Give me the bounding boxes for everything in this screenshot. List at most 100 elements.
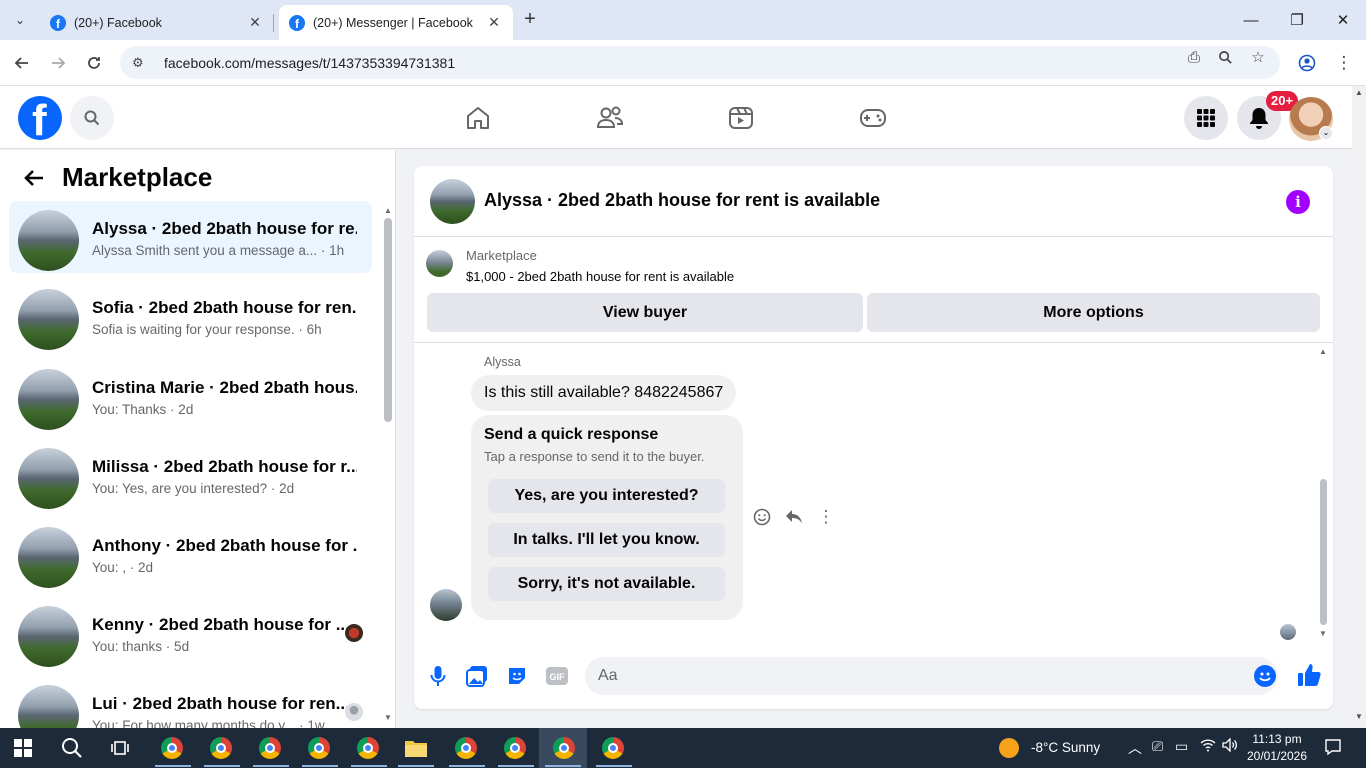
- address-bar[interactable]: ⚙ facebook.com/messages/t/14373533947313…: [120, 46, 1280, 79]
- emoji-icon[interactable]: [1254, 665, 1276, 687]
- chrome-icon[interactable]: [158, 734, 186, 762]
- quick-response-card: Send a quick response Tap a response to …: [471, 415, 743, 620]
- home-icon[interactable]: [462, 102, 494, 134]
- photo-icon[interactable]: [465, 664, 489, 688]
- conversation-item[interactable]: Sofia · 2bed 2bath house for ren... Sofi…: [9, 280, 372, 352]
- running-indicator: [155, 765, 191, 767]
- site-settings-icon[interactable]: ⚙: [132, 55, 152, 71]
- chrome-icon[interactable]: [599, 734, 627, 762]
- conversation-name: Kenny · 2bed 2bath house for ...: [92, 615, 350, 634]
- facebook-favicon-icon: f: [50, 14, 66, 31]
- more-actions-icon[interactable]: ⋮: [815, 506, 837, 528]
- file-explorer-icon[interactable]: [402, 734, 430, 762]
- search-icon[interactable]: [70, 96, 114, 140]
- chrome-icon[interactable]: [256, 734, 284, 762]
- listing-title[interactable]: $1,000 - 2bed 2bath house for rent is av…: [466, 269, 734, 284]
- message-input[interactable]: [585, 657, 1278, 695]
- quick-response-button[interactable]: In talks. I'll let you know.: [488, 523, 725, 557]
- chat-header: Alyssa · 2bed 2bath house for rent is av…: [414, 166, 1333, 237]
- install-app-icon[interactable]: ⎙: [1185, 48, 1203, 66]
- message-bubble[interactable]: Is this still available? 8482245867: [471, 375, 737, 411]
- react-emoji-icon[interactable]: [751, 506, 773, 528]
- chat-scrollbar[interactable]: [1320, 479, 1327, 625]
- message-composer: GIF: [414, 652, 1333, 709]
- meet-now-icon[interactable]: ⎚: [1152, 738, 1163, 755]
- scroll-up-arrow-icon[interactable]: ▲: [1355, 88, 1363, 97]
- conversation-item[interactable]: Lui · 2bed 2bath house for ren... You: F…: [9, 676, 372, 728]
- sender-avatar[interactable]: [430, 589, 462, 621]
- scroll-up-arrow-icon[interactable]: ▲: [1319, 347, 1327, 356]
- windows-start-icon[interactable]: [14, 739, 32, 757]
- weather-text[interactable]: -8°C Sunny: [1031, 740, 1100, 755]
- zoom-icon[interactable]: [1216, 48, 1234, 66]
- gif-icon[interactable]: GIF: [545, 664, 569, 688]
- browser-tab-facebook[interactable]: f (20+) Facebook ✕: [40, 5, 274, 40]
- weather-sun-icon[interactable]: [999, 738, 1019, 758]
- chat-title[interactable]: Alyssa · 2bed 2bath house for rent is av…: [484, 190, 880, 211]
- browser-menu-icon[interactable]: ⋮: [1330, 49, 1358, 77]
- friends-icon[interactable]: [594, 102, 626, 134]
- scroll-up-arrow-icon[interactable]: ▲: [384, 206, 392, 215]
- chrome-icon[interactable]: [452, 734, 480, 762]
- quick-response-button[interactable]: Yes, are you interested?: [488, 479, 725, 513]
- chrome-icon[interactable]: [207, 734, 235, 762]
- battery-icon[interactable]: ▭: [1175, 738, 1188, 755]
- chrome-icon[interactable]: [354, 734, 382, 762]
- volume-icon[interactable]: [1222, 737, 1238, 755]
- sticker-icon[interactable]: [505, 664, 529, 688]
- read-receipt-avatar: [1280, 624, 1296, 640]
- tray-chevron-icon[interactable]: ︿: [1128, 738, 1142, 758]
- browser-tab-messenger[interactable]: f (20+) Messenger | Facebook ✕: [279, 5, 513, 40]
- minimize-window-icon[interactable]: —: [1228, 0, 1274, 40]
- quick-response-button[interactable]: Sorry, it's not available.: [488, 567, 725, 601]
- message-sender: Alyssa: [484, 355, 521, 369]
- page-scrollbar[interactable]: ▲ ▼: [1352, 86, 1366, 728]
- back-arrow-icon[interactable]: [22, 166, 50, 194]
- conversation-item[interactable]: Cristina Marie · 2bed 2bath hous... You:…: [9, 360, 372, 432]
- reload-icon[interactable]: [80, 49, 108, 77]
- url-text: facebook.com/messages/t/1437353394731381: [164, 54, 456, 71]
- chrome-icon[interactable]: [501, 734, 529, 762]
- restore-window-icon[interactable]: ❐: [1274, 0, 1320, 40]
- info-icon[interactable]: i: [1286, 190, 1310, 214]
- bookmark-star-icon[interactable]: ☆: [1249, 48, 1267, 66]
- listing-thumbnail[interactable]: [430, 179, 475, 224]
- scroll-down-arrow-icon[interactable]: ▼: [1355, 712, 1363, 721]
- back-arrow-icon[interactable]: [8, 49, 36, 77]
- action-center-icon[interactable]: [1324, 738, 1342, 756]
- task-view-icon[interactable]: [106, 734, 134, 762]
- conversation-item[interactable]: Alyssa · 2bed 2bath house for re... Alys…: [9, 201, 372, 273]
- new-tab-plus-icon[interactable]: +: [518, 8, 542, 32]
- chrome-icon[interactable]: [550, 734, 578, 762]
- running-indicator: [596, 765, 632, 767]
- conversation-item[interactable]: Kenny · 2bed 2bath house for ... You: th…: [9, 597, 372, 669]
- conversation-list-scrollbar[interactable]: [384, 218, 392, 422]
- view-buyer-button[interactable]: View buyer: [427, 293, 863, 332]
- facebook-logo-icon[interactable]: f: [18, 96, 62, 140]
- close-window-icon[interactable]: ✕: [1320, 0, 1366, 40]
- scroll-down-arrow-icon[interactable]: ▼: [1319, 629, 1327, 638]
- tab-close-icon[interactable]: ✕: [246, 14, 264, 31]
- microphone-icon[interactable]: [426, 664, 450, 688]
- tab-close-icon[interactable]: ✕: [485, 14, 503, 31]
- system-clock[interactable]: 11:13 pm 20/01/2026: [1242, 731, 1312, 765]
- listing-thumbnail: [426, 250, 453, 277]
- video-icon[interactable]: [725, 102, 757, 134]
- reply-icon[interactable]: [783, 506, 805, 528]
- facebook-favicon-icon: f: [289, 14, 305, 31]
- forward-arrow-icon[interactable]: [44, 49, 72, 77]
- search-icon[interactable]: [58, 734, 86, 762]
- conversation-item[interactable]: Anthony · 2bed 2bath house for ... You: …: [9, 518, 372, 590]
- tab-search-chevron-icon[interactable]: ⌄: [8, 8, 32, 32]
- scroll-down-arrow-icon[interactable]: ▼: [384, 713, 392, 722]
- wifi-icon[interactable]: [1200, 738, 1216, 755]
- conversation-item[interactable]: Milissa · 2bed 2bath house for r... You:…: [9, 439, 372, 511]
- running-indicator: [545, 765, 581, 767]
- more-options-button[interactable]: More options: [867, 293, 1320, 332]
- account-chevron-icon[interactable]: ⌄: [1319, 126, 1333, 140]
- chrome-icon[interactable]: [305, 734, 333, 762]
- thumbs-up-icon[interactable]: [1296, 662, 1324, 690]
- menu-grid-icon[interactable]: [1184, 96, 1228, 140]
- gaming-icon[interactable]: [857, 102, 889, 134]
- profile-icon[interactable]: [1293, 49, 1321, 77]
